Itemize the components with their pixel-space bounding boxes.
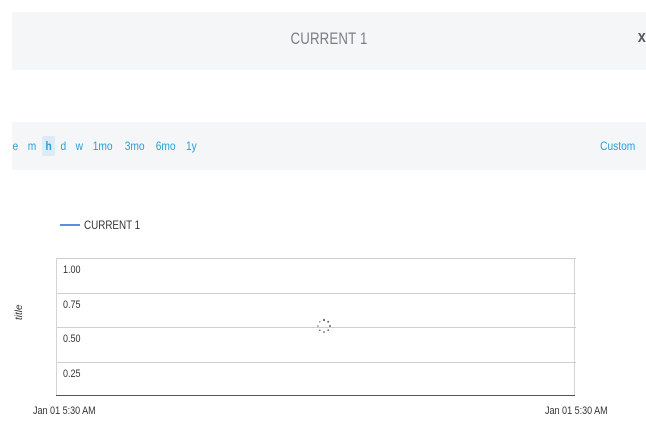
- time-range-options: e m h d w 1mo 3mo 6mo 1y: [8, 136, 202, 156]
- y-tick-label: 0.50: [63, 333, 81, 345]
- range-option-1y[interactable]: 1y: [183, 136, 201, 156]
- range-option-3mo[interactable]: 3mo: [121, 136, 148, 156]
- custom-range-button[interactable]: Custom: [600, 139, 635, 153]
- legend-swatch: [60, 224, 80, 226]
- loading-spinner-icon: [317, 318, 331, 333]
- range-option-h[interactable]: h: [41, 136, 55, 156]
- modal-title: CURRENT 1: [290, 29, 368, 48]
- gridline: [57, 293, 576, 294]
- range-option-m[interactable]: m: [24, 136, 39, 156]
- legend-label: CURRENT 1: [84, 218, 141, 232]
- y-tick-label: 0.75: [63, 299, 81, 311]
- x-axis-line: [56, 395, 575, 396]
- y-tick-label: 0.25: [63, 368, 81, 380]
- range-option-w[interactable]: w: [72, 136, 86, 156]
- range-option-d[interactable]: d: [57, 136, 69, 156]
- gridline: [57, 258, 576, 259]
- range-option-6mo[interactable]: 6mo: [152, 136, 179, 156]
- y-axis-title: title: [14, 304, 25, 320]
- gridline: [57, 362, 576, 363]
- range-option-e[interactable]: e: [9, 136, 21, 156]
- x-tick-label-start: Jan 01 5:30 AM: [33, 405, 96, 417]
- chart-legend[interactable]: CURRENT 1: [60, 218, 152, 232]
- close-button[interactable]: x: [638, 27, 646, 47]
- modal-header: CURRENT 1 x: [12, 12, 646, 70]
- time-range-bar: e m h d w 1mo 3mo 6mo 1y Custom: [12, 122, 646, 170]
- range-option-1mo[interactable]: 1mo: [90, 136, 117, 156]
- y-tick-label: 1.00: [63, 264, 81, 276]
- x-tick-label-end: Jan 01 5:30 AM: [545, 405, 608, 417]
